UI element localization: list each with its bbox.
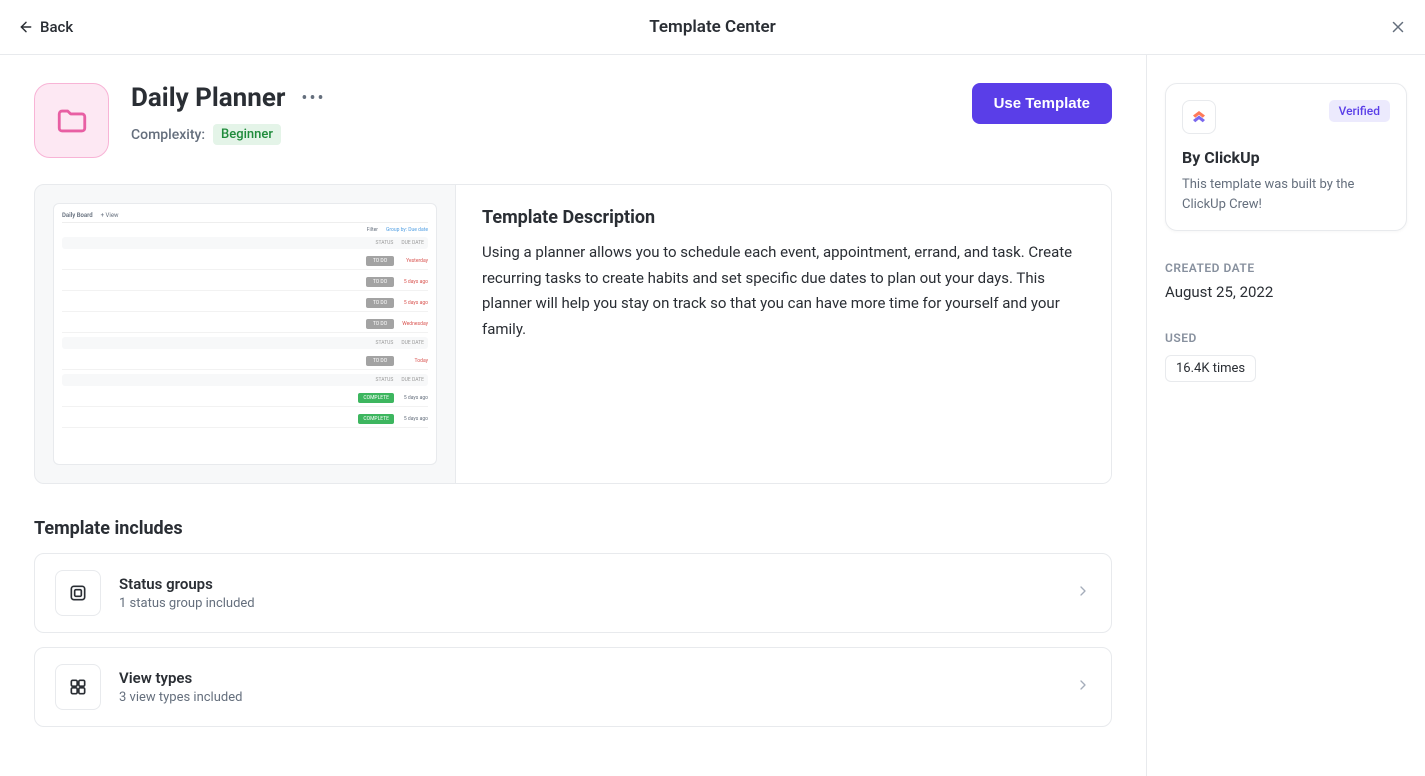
include-name: View types (119, 669, 1057, 687)
clickup-logo (1182, 100, 1216, 134)
preview-row: TO DO Yesterday (62, 253, 428, 270)
description-heading: Template Description (482, 207, 1085, 228)
preview-status: TO DO (366, 277, 394, 287)
preview-date: 5 days ago (398, 395, 428, 401)
preview-status: TO DO (366, 356, 394, 366)
include-sub: 3 view types included (119, 690, 1057, 705)
preview-col-status: STATUS (375, 340, 393, 346)
preview-row: TO DO Today (62, 353, 428, 370)
arrow-left-icon (18, 19, 34, 35)
chevron-right-icon (1075, 677, 1091, 697)
complexity-label: Complexity: (131, 127, 205, 143)
preview-date: 5 days ago (398, 279, 428, 285)
close-icon (1389, 18, 1407, 36)
preview-tab-daily: Daily Board (62, 212, 93, 219)
preview-status: COMPLETE (358, 414, 394, 424)
created-date-label: Created Date (1165, 261, 1407, 275)
preview-tab-addview: + View (101, 212, 119, 219)
include-view-types[interactable]: View types 3 view types included (34, 647, 1112, 727)
more-options-button[interactable]: ••• (301, 88, 325, 109)
back-label: Back (40, 18, 73, 36)
main-column: Daily Planner ••• Complexity: Beginner U… (0, 55, 1147, 776)
back-button[interactable]: Back (18, 18, 73, 36)
preview-date: Today (398, 358, 428, 364)
page-title: Template Center (649, 17, 776, 37)
preview-status: TO DO (366, 298, 394, 308)
side-column: Verified By ClickUp This template was bu… (1147, 55, 1425, 776)
preview-col-due: DUE DATE (401, 377, 424, 383)
author-by: By ClickUp (1182, 148, 1390, 167)
view-types-icon (55, 664, 101, 710)
includes-title: Template includes (34, 518, 1112, 539)
preview-col-due: DUE DATE (401, 240, 424, 246)
used-value: 16.4K times (1165, 355, 1256, 382)
description-body: Using a planner allows you to schedule e… (482, 240, 1085, 342)
preview-row: TO DO 5 days ago (62, 274, 428, 291)
preview-col-due: DUE DATE (401, 340, 424, 346)
template-preview: Daily Board + View Filter Group by: Due … (35, 185, 455, 483)
preview-col-status: STATUS (375, 377, 393, 383)
preview-status: COMPLETE (358, 393, 394, 403)
include-name: Status groups (119, 575, 1057, 593)
created-date-value: August 25, 2022 (1165, 283, 1407, 301)
preview-status: TO DO (366, 319, 394, 329)
preview-row: COMPLETE 5 days ago (62, 390, 428, 407)
preview-col-status: STATUS (375, 240, 393, 246)
preview-groupby: Group by: Due date (386, 227, 428, 233)
close-button[interactable] (1389, 18, 1407, 36)
description-card: Daily Board + View Filter Group by: Due … (34, 184, 1112, 484)
verified-badge: Verified (1329, 100, 1390, 122)
use-template-button[interactable]: Use Template (972, 83, 1112, 124)
preview-row: TO DO Wednesday (62, 316, 428, 333)
complexity-badge: Beginner (213, 124, 281, 145)
used-label: Used (1165, 331, 1407, 345)
author-card: Verified By ClickUp This template was bu… (1165, 83, 1407, 231)
include-sub: 1 status group included (119, 596, 1057, 611)
status-groups-icon (55, 570, 101, 616)
preview-date: 5 days ago (398, 416, 428, 422)
author-desc: This template was built by the ClickUp C… (1182, 175, 1390, 214)
template-title: Daily Planner (131, 83, 285, 114)
preview-filter: Filter (367, 227, 378, 233)
template-icon-thumb (34, 83, 109, 158)
preview-date: Yesterday (398, 258, 428, 264)
preview-row: TO DO 5 days ago (62, 295, 428, 312)
include-status-groups[interactable]: Status groups 1 status group included (34, 553, 1112, 633)
folder-icon (55, 104, 89, 138)
preview-status: TO DO (366, 256, 394, 266)
chevron-right-icon (1075, 583, 1091, 603)
preview-date: Wednesday (398, 321, 428, 327)
preview-date: 5 days ago (398, 300, 428, 306)
preview-row: COMPLETE 5 days ago (62, 411, 428, 428)
top-bar: Back Template Center (0, 0, 1425, 55)
